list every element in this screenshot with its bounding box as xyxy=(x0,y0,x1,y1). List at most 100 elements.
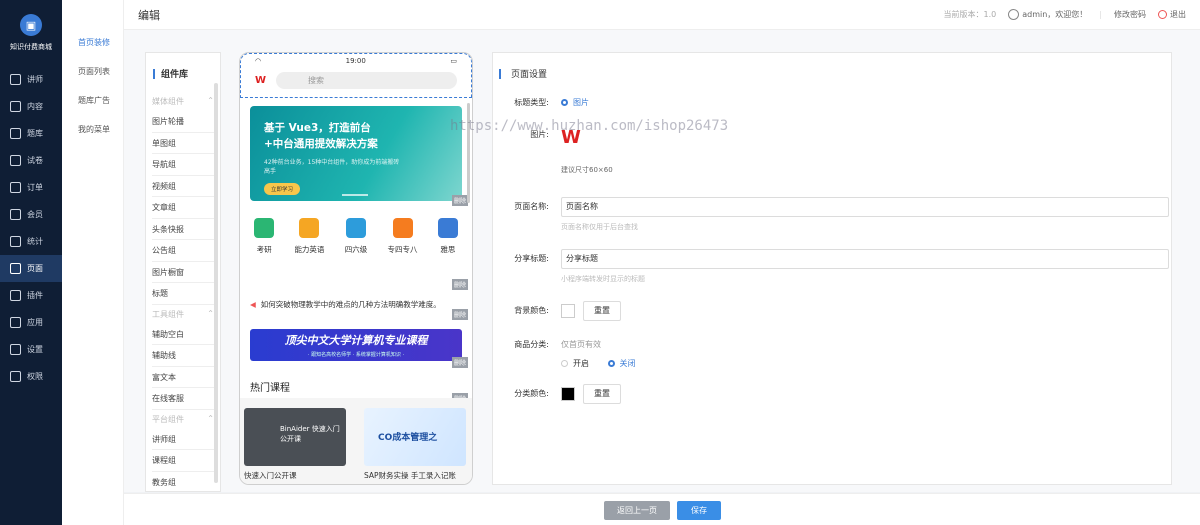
phone-scrollbar[interactable] xyxy=(467,103,470,203)
cat-color-picker[interactable] xyxy=(561,387,575,401)
layers-icon xyxy=(10,101,21,112)
radio-on-icon xyxy=(561,99,568,106)
footer-bar: 返回上一页 保存 xyxy=(124,493,1200,525)
topbar: 编辑 当前版本：1.0 admin，欢迎您！ | 修改密码 退出 xyxy=(124,0,1200,30)
nav-group-label: 专四专八 xyxy=(387,245,418,254)
nav-item-orders[interactable]: 订单 xyxy=(0,174,62,201)
title-type-radio[interactable]: 图片 xyxy=(561,97,589,108)
lib-item[interactable]: 课程组 xyxy=(152,450,214,472)
lib-item[interactable]: 导航组 xyxy=(152,154,214,176)
brand-name: 知识付费商城 xyxy=(10,43,52,51)
logout-link[interactable]: 退出 xyxy=(1158,9,1186,20)
delete-button[interactable]: 删除 xyxy=(451,195,468,206)
course-image: CO成本管理之 xyxy=(364,408,466,466)
cat-color-reset-button[interactable]: 重置 xyxy=(583,384,621,404)
group-name: 媒体组件 xyxy=(152,97,184,106)
bg-color-reset-button[interactable]: 重置 xyxy=(583,301,621,321)
page-name-input[interactable]: 页面名称 xyxy=(561,197,1169,217)
delete-button[interactable]: 删除 xyxy=(451,357,468,368)
chart-icon xyxy=(10,236,21,247)
bg-color-picker[interactable] xyxy=(561,304,575,318)
lib-item[interactable]: 图片轮播 xyxy=(152,111,214,133)
user-menu[interactable]: admin，欢迎您！ xyxy=(1008,9,1087,20)
course-card[interactable]: CO成本管理之 SAP财务实操 手工录入记账 xyxy=(364,408,466,481)
lib-group-platform[interactable]: 平台组件 ⌃ xyxy=(146,410,220,429)
phone-preview: ◠ 19:00 ▭ W 搜索 基于 Vue3，打造前台+中台通用提效解决方案 4… xyxy=(239,52,473,485)
nav-group-item[interactable]: 雅思 xyxy=(437,218,458,255)
nav-item-permissions[interactable]: 权限 xyxy=(0,363,62,390)
cat-color-row: 分类颜色: 重置 xyxy=(493,384,621,404)
subnav-item-question-ads[interactable]: 题库广告 xyxy=(62,94,123,123)
delete-button[interactable]: 删除 xyxy=(451,309,468,320)
lib-group-tools[interactable]: 工具组件 ⌃ xyxy=(146,305,220,324)
nav-item-content[interactable]: 内容 xyxy=(0,93,62,120)
phone-header-selected[interactable]: ◠ 19:00 ▭ W 搜索 xyxy=(240,53,472,98)
nav-item-pages[interactable]: 页面 xyxy=(0,255,62,282)
accent-bar xyxy=(499,68,501,79)
nav-group-item[interactable]: 四六级 xyxy=(345,218,367,255)
book-stack-icon xyxy=(254,218,275,238)
share-title-input[interactable]: 分享标题 xyxy=(561,249,1169,269)
nav-item-stats[interactable]: 统计 xyxy=(0,228,62,255)
nav-item-members[interactable]: 会员 xyxy=(0,201,62,228)
lib-item[interactable]: 公告组 xyxy=(152,240,214,262)
image-hint: 建议尺寸60×60 xyxy=(561,166,613,174)
avatar-icon xyxy=(1008,9,1020,20)
wifi-icon: ◠ xyxy=(255,57,262,65)
lib-item[interactable]: 富文本 xyxy=(152,367,214,388)
delete-button[interactable]: 删除 xyxy=(451,279,468,290)
carousel-banner[interactable]: 基于 Vue3，打造前台+中台通用提效解决方案 42种前台业务，15种中台组件，… xyxy=(250,106,462,201)
lib-item[interactable]: 头条快报 xyxy=(152,219,214,240)
notice-bar[interactable]: ◀ 如何突破物理教学中的难点的几种方法明确教学难度。 xyxy=(250,299,462,310)
lib-item[interactable]: 讲师组 xyxy=(152,429,214,450)
subnav-item-home-decor[interactable]: 首页装修 xyxy=(62,36,123,65)
field-label: 页面名称: xyxy=(514,202,549,211)
nav-item-apps[interactable]: 应用 xyxy=(0,309,62,336)
category-on-radio[interactable]: 开启 xyxy=(561,359,589,368)
lib-group-media[interactable]: 媒体组件 ⌃ xyxy=(146,92,220,111)
nav-item-questions[interactable]: 题库 xyxy=(0,120,62,147)
lib-item[interactable]: 教务组 xyxy=(152,472,214,492)
lib-item[interactable]: 视频组 xyxy=(152,176,214,197)
lib-item[interactable]: 辅助空白 xyxy=(152,324,214,345)
single-image-banner[interactable]: 顶尖中文大学计算机专业课程 · 跟知名高校名师学 · 系统掌握计算机知识 · xyxy=(250,329,462,361)
subnav-item-page-list[interactable]: 页面列表 xyxy=(62,65,123,94)
editor-area: 组件库 媒体组件 ⌃ 图片轮播 单图组 导航组 视频组 文章组 头条快报 公告组 … xyxy=(124,30,1200,492)
brand[interactable]: ▣ 知识付费商城 xyxy=(0,0,62,66)
radio-label: 开启 xyxy=(573,359,589,368)
course-card[interactable]: BinAider 快速入门公开课 快速入门公开课 xyxy=(244,408,346,481)
change-password-link[interactable]: 修改密码 xyxy=(1114,9,1146,20)
nav-item-plugins[interactable]: 插件 xyxy=(0,282,62,309)
carousel-dots xyxy=(342,194,368,196)
lib-item[interactable]: 单图组 xyxy=(152,133,214,154)
lib-item[interactable]: 图片橱窗 xyxy=(152,262,214,283)
field-label: 图片: xyxy=(530,130,549,139)
category-off-radio[interactable]: 关闭 xyxy=(607,359,636,368)
lib-item[interactable]: 辅助线 xyxy=(152,345,214,367)
lib-item[interactable]: 标题 xyxy=(152,283,214,305)
banner-button[interactable]: 立即学习 xyxy=(264,183,301,195)
nav-group-label: 雅思 xyxy=(440,245,456,254)
nav-item-exam[interactable]: 试卷 xyxy=(0,147,62,174)
nav-group-item[interactable]: 专四专八 xyxy=(388,218,418,255)
nav-item-lecturer[interactable]: 讲师 xyxy=(0,66,62,93)
field-label: 标题类型: xyxy=(514,98,549,107)
back-button[interactable]: 返回上一页 xyxy=(604,501,670,520)
hexagon-icon xyxy=(392,218,413,238)
library-scrollbar[interactable] xyxy=(214,83,218,483)
bg-color-row: 背景颜色: 重置 xyxy=(493,301,621,321)
nav-group-item[interactable]: 考研 xyxy=(254,218,275,255)
lib-item[interactable]: 在线客服 xyxy=(152,388,214,410)
nav-label: 订单 xyxy=(27,183,43,192)
save-button[interactable]: 保存 xyxy=(677,501,721,520)
course-group: BinAider 快速入门公开课 快速入门公开课 CO成本管理之 SAP财务实操… xyxy=(240,398,472,484)
nav-item-settings[interactable]: 设置 xyxy=(0,336,62,363)
radio-on-icon xyxy=(607,360,615,367)
phone-search-input[interactable]: 搜索 xyxy=(276,72,457,89)
lib-item[interactable]: 文章组 xyxy=(152,197,214,219)
nav-group-item[interactable]: 能力英语 xyxy=(294,218,324,255)
subnav-item-my-menu[interactable]: 我的菜单 xyxy=(62,123,123,152)
image-upload[interactable]: W xyxy=(561,127,591,157)
grid-icon xyxy=(10,317,21,328)
battery-icon: ▭ xyxy=(450,57,457,65)
